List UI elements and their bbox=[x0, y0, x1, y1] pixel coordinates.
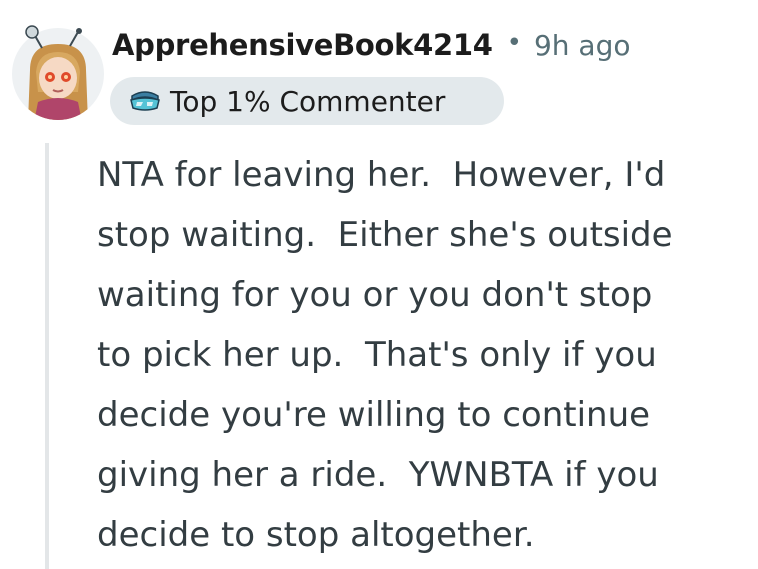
comment-body-line: to pick her up. That's only if you bbox=[97, 335, 657, 375]
user-avatar[interactable] bbox=[8, 22, 108, 122]
top-commenter-badge-icon bbox=[128, 86, 162, 116]
comment-body-line: waiting for you or you don't stop bbox=[97, 275, 653, 315]
avatar-icon bbox=[12, 25, 104, 120]
comment-header: ApprehensiveBook4214 • 9h ago bbox=[112, 28, 631, 62]
comment-body-line: decide to stop altogether. bbox=[97, 515, 535, 555]
meta-separator: • bbox=[506, 28, 522, 58]
comment-body-line: giving her a ride. YWNBTA if you bbox=[97, 455, 659, 495]
comment-body-line: decide you're willing to continue bbox=[97, 395, 651, 435]
comment-body-line: NTA for leaving her. However, I'd bbox=[97, 155, 666, 195]
comment-timestamp[interactable]: 9h ago bbox=[534, 29, 631, 62]
author-username[interactable]: ApprehensiveBook4214 bbox=[112, 28, 493, 62]
user-flair-badge: Top 1% Commenter bbox=[110, 77, 504, 125]
comment: ApprehensiveBook4214 • 9h ago Top 1% Com… bbox=[0, 0, 758, 569]
comment-body: NTA for leaving her. However, I'd stop w… bbox=[97, 145, 747, 565]
comment-body-line: stop waiting. Either she's outside bbox=[97, 215, 673, 255]
flair-label: Top 1% Commenter bbox=[170, 84, 446, 118]
thread-collapse-line[interactable] bbox=[45, 143, 49, 569]
